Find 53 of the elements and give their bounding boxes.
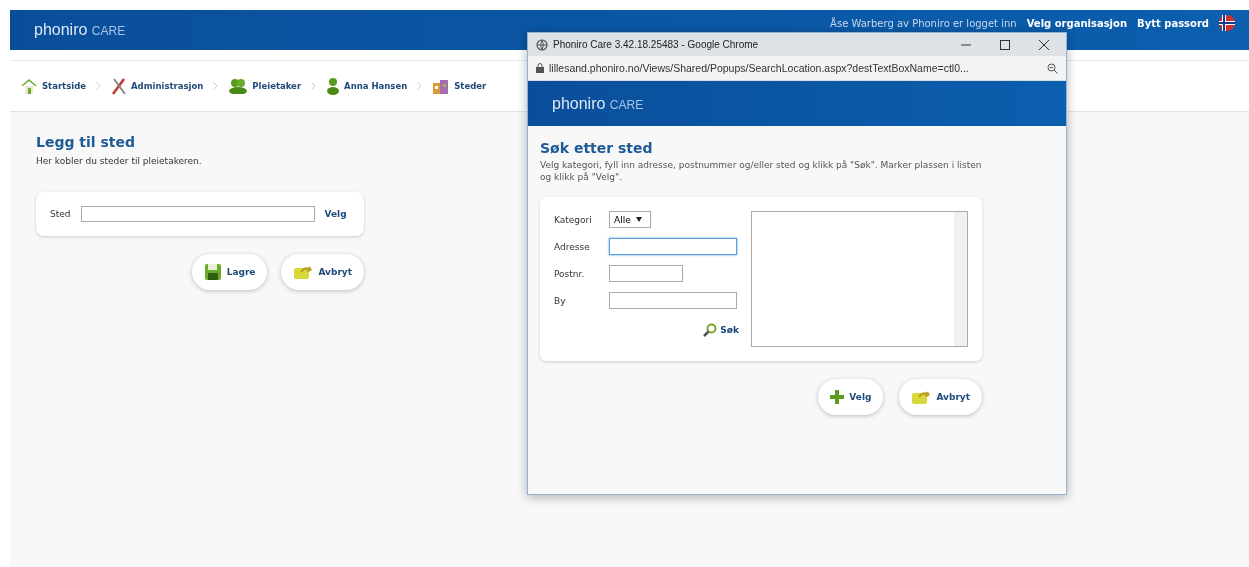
flag-icon[interactable] bbox=[1219, 15, 1235, 31]
buildings-icon bbox=[432, 77, 451, 95]
chevron-icon bbox=[311, 82, 317, 90]
postcode-field[interactable] bbox=[609, 265, 683, 283]
undo-button[interactable]: Avbryt bbox=[899, 379, 982, 416]
tools-icon bbox=[111, 77, 127, 95]
header-link[interactable]: Velg organisasjon bbox=[1026, 17, 1128, 29]
field-label: Kategori bbox=[554, 214, 593, 225]
header-link[interactable]: Bytt passord bbox=[1137, 17, 1209, 29]
lock-icon bbox=[536, 63, 544, 73]
zoom-icon[interactable] bbox=[1047, 62, 1058, 74]
search-icon bbox=[703, 323, 718, 338]
globe-icon bbox=[536, 38, 548, 51]
url-text: lillesand.phoniro.no/Views/Shared/Popups/SearchLocation.aspx?destTextBoxName=ctl0... bbox=[549, 62, 969, 74]
chevron-icon bbox=[417, 82, 423, 90]
field-label: By bbox=[554, 295, 567, 306]
field-label: Postnr. bbox=[554, 268, 586, 279]
breadcrumb-link[interactable]: Steder bbox=[432, 77, 487, 95]
people-icon bbox=[228, 78, 249, 94]
breadcrumb-link[interactable]: Pleietaker bbox=[228, 78, 302, 94]
chevron-icon bbox=[96, 82, 101, 90]
caret-icon bbox=[635, 217, 642, 223]
undo-arrow-icon bbox=[293, 264, 314, 280]
breadcrumb-link[interactable]: Administrasjon bbox=[111, 77, 204, 95]
house-icon bbox=[20, 78, 38, 94]
choose-link[interactable]: Velg bbox=[324, 209, 347, 219]
breadcrumb-link[interactable]: Anna Hansen bbox=[326, 77, 408, 95]
window-title: Phoniro Care 3.42.18.25483 - Google Chrome bbox=[553, 39, 759, 50]
add-button[interactable]: Velg bbox=[818, 379, 884, 416]
undo-arrow-icon bbox=[911, 389, 932, 406]
location-field[interactable] bbox=[80, 206, 315, 222]
person-icon bbox=[326, 77, 341, 95]
field-label: Adresse bbox=[554, 241, 591, 252]
results-list[interactable] bbox=[751, 211, 968, 348]
plus-icon bbox=[830, 390, 845, 405]
undo-button[interactable]: Avbryt bbox=[281, 254, 364, 290]
save-button[interactable]: Lagre bbox=[191, 254, 268, 290]
close-icon bbox=[1039, 39, 1049, 50]
page-description: Her kobler du steder til pleietakeren. bbox=[36, 156, 202, 166]
page-title: Legg til sted bbox=[36, 134, 136, 150]
chevron-icon bbox=[213, 82, 219, 90]
category-dropdown[interactable]: Alle bbox=[609, 211, 651, 229]
popup-description: Velg kategori, fyll inn adresse, postnummer og/eller sted og klikk på "Søk". Marker plassen i listen og klikk på "Velg". bbox=[540, 160, 983, 184]
maximize-icon bbox=[1000, 39, 1010, 50]
field-label: Sted bbox=[50, 209, 71, 219]
logo: phoniro CARE bbox=[552, 94, 644, 113]
search-button[interactable]: Søk bbox=[703, 323, 739, 338]
text-field[interactable] bbox=[609, 238, 737, 256]
logo: phoniro CARE bbox=[34, 21, 126, 39]
breadcrumb-link[interactable]: Startside bbox=[20, 78, 86, 94]
text-field[interactable] bbox=[609, 292, 737, 310]
logged-in-text: Åse Warberg av Phoniro er logget inn bbox=[830, 17, 1017, 29]
popup-title: Søk etter sted bbox=[540, 140, 653, 156]
